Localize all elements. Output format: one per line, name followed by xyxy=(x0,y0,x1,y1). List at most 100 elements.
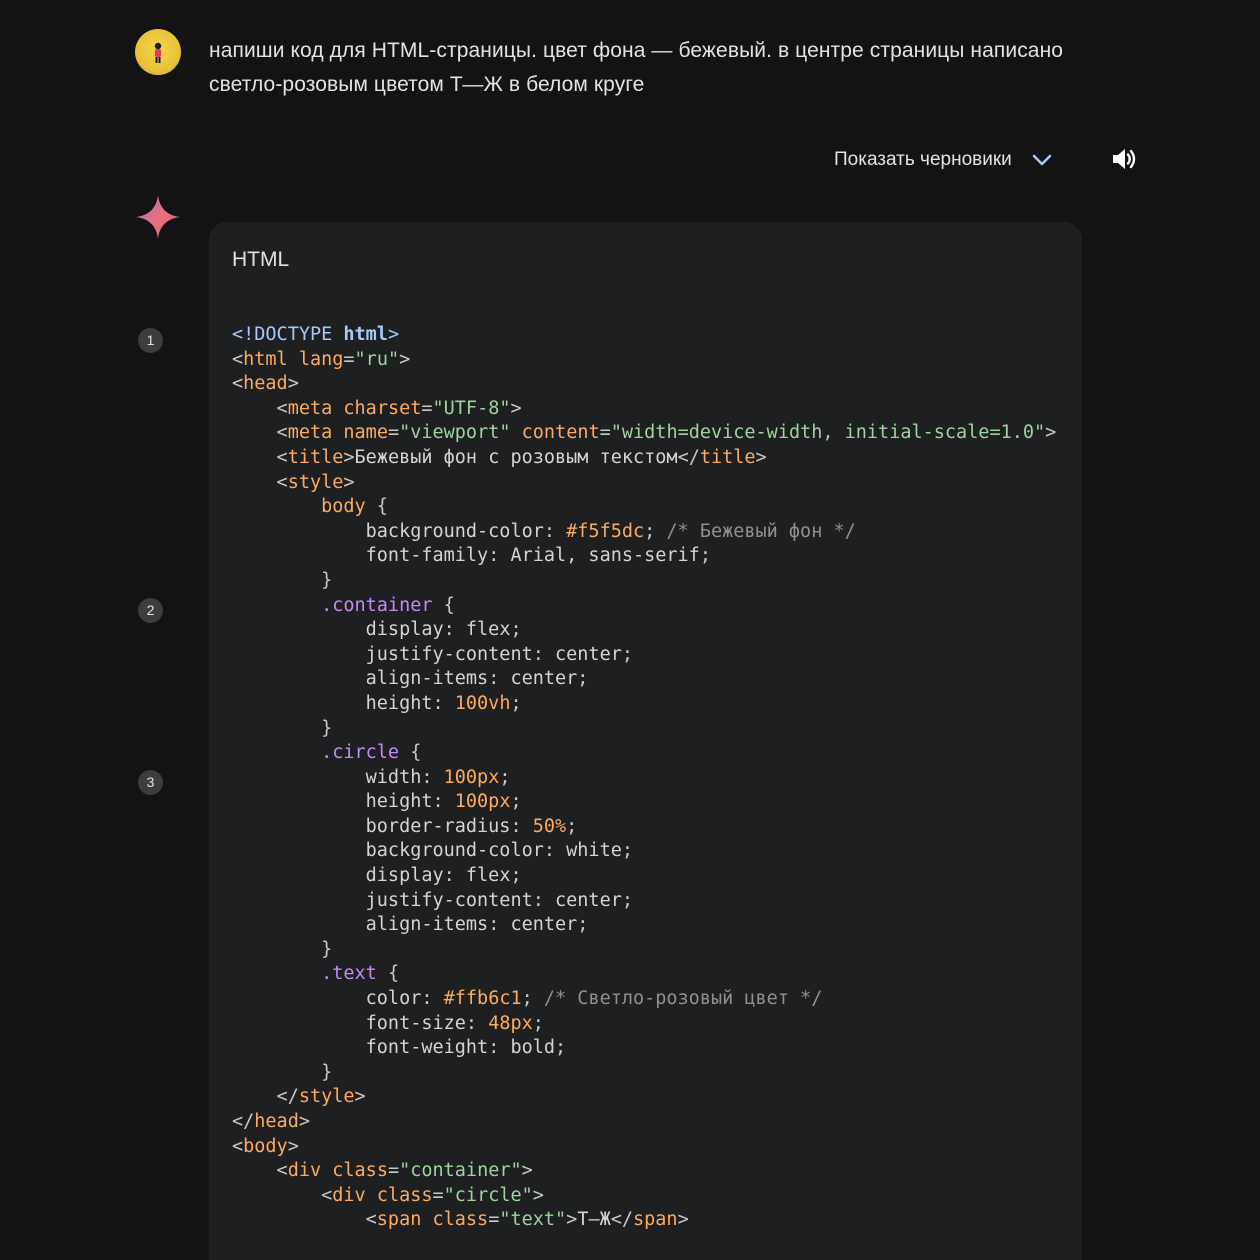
code-token: html xyxy=(243,348,288,370)
code-token: border-radius xyxy=(365,815,511,837)
code-token: ; xyxy=(699,545,711,567)
code-token: ; xyxy=(510,692,522,714)
code-token: div xyxy=(287,1160,322,1182)
code-token: align-items xyxy=(365,668,489,690)
code-token: > xyxy=(532,1184,544,1206)
code-token: > xyxy=(510,397,522,419)
code-token: .circle xyxy=(321,742,400,764)
code-token: : xyxy=(532,643,556,665)
code-line: <div class="container"> xyxy=(232,1159,1082,1184)
code-token: class xyxy=(332,1160,388,1182)
code-token: /* Бежевый фон */ xyxy=(666,520,856,542)
code-line: .text { xyxy=(232,962,1082,987)
code-token: background-color xyxy=(365,840,544,862)
code-line: </style> xyxy=(232,1085,1082,1110)
code-token: } xyxy=(232,717,333,739)
code-token: < xyxy=(232,1184,333,1206)
code-line: <html lang="ru"> xyxy=(232,348,1082,373)
code-token: : xyxy=(421,766,444,788)
code-line: align-items: center; xyxy=(232,913,1082,938)
code-token: span xyxy=(633,1209,678,1231)
code-token: display xyxy=(365,865,444,887)
code-token: < xyxy=(232,373,244,395)
code-token: content xyxy=(521,422,600,444)
code-token: } xyxy=(232,569,333,591)
chevron-down-icon xyxy=(1032,154,1052,166)
code-token: ; xyxy=(644,520,667,542)
code-line: border-radius: 50%; xyxy=(232,815,1082,840)
show-drafts-button[interactable]: Показать черновики xyxy=(834,143,1054,177)
code-line: <!DOCTYPE html> xyxy=(232,323,1082,348)
code-line: <style> xyxy=(232,471,1082,496)
code-token: ; xyxy=(566,815,578,837)
citation-marker-3[interactable]: 3 xyxy=(138,770,163,795)
chat-page: напиши код для HTML-страницы. цвет фона … xyxy=(0,0,1260,1260)
code-token: #ffb6c1 xyxy=(443,988,522,1010)
code-token: align-items xyxy=(365,914,489,936)
code-token: body xyxy=(243,1135,288,1157)
code-token: center xyxy=(555,889,622,911)
code-token: < xyxy=(232,422,288,444)
code-token: < xyxy=(232,1160,288,1182)
speaker-icon[interactable] xyxy=(1110,145,1138,173)
code-token: = xyxy=(387,1160,400,1182)
code-line: width: 100px; xyxy=(232,766,1082,791)
code-token: "viewport" xyxy=(399,422,511,444)
code-line: <head> xyxy=(232,372,1082,397)
code-token: 100px xyxy=(454,791,511,813)
code-line: justify-content: center; xyxy=(232,889,1082,914)
code-token: class xyxy=(376,1184,433,1206)
code-line: .circle { xyxy=(232,741,1082,766)
code-line: <title>Бежевый фон с розовым текстом</ti… xyxy=(232,446,1082,471)
code-content: <!DOCTYPE html> <html lang="ru"> <head> < m… xyxy=(232,323,1082,1233)
code-token: title xyxy=(287,446,344,468)
code-token: ; xyxy=(577,668,589,690)
code-token: > xyxy=(755,446,767,468)
citation-marker-2[interactable]: 2 xyxy=(138,598,163,623)
code-token: font-size xyxy=(365,1012,466,1034)
code-token: meta xyxy=(287,397,333,419)
code-token: "ru" xyxy=(354,348,400,370)
code-token: flex xyxy=(465,865,511,887)
code-token: { xyxy=(399,742,422,764)
code-token: justify-content xyxy=(365,889,533,911)
citation-marker-1[interactable]: 1 xyxy=(138,328,163,353)
code-token: : xyxy=(510,815,533,837)
code-token: : xyxy=(432,692,455,714)
user-avatar[interactable] xyxy=(135,29,181,75)
code-token: : xyxy=(488,668,511,690)
code-token: center xyxy=(510,668,578,690)
code-token: > xyxy=(1045,422,1057,444)
code-line: background-color: white; xyxy=(232,839,1082,864)
code-line: </head> xyxy=(232,1110,1082,1135)
code-token: body xyxy=(321,496,366,518)
code-token: = xyxy=(599,422,611,444)
code-token: white xyxy=(566,840,622,862)
code-token: > xyxy=(343,471,355,493)
code-token: : xyxy=(532,889,556,911)
code-token: div xyxy=(332,1184,366,1206)
code-token: = xyxy=(432,1184,444,1206)
code-line: } xyxy=(232,569,1082,594)
code-token: html xyxy=(343,324,388,345)
code-line: body { xyxy=(232,495,1082,520)
code-token: bold xyxy=(510,1037,556,1059)
code-line: display: flex; xyxy=(232,618,1082,643)
code-token: : xyxy=(421,988,444,1010)
code-token: : xyxy=(465,1012,489,1034)
